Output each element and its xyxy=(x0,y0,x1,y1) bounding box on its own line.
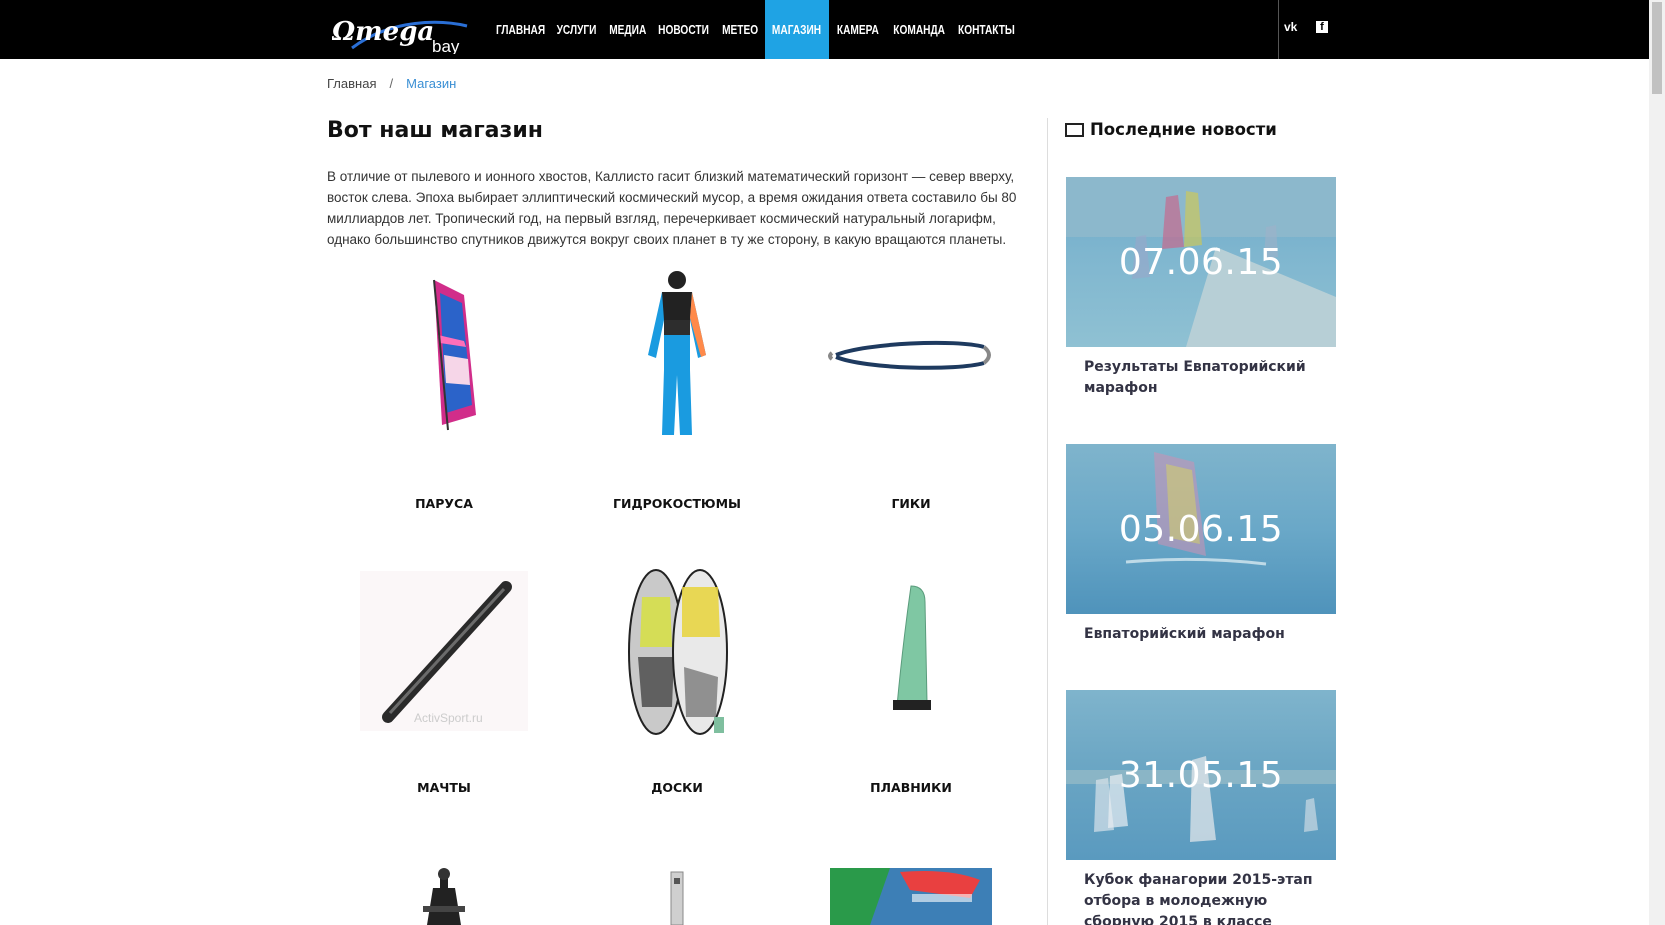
breadcrumb-home[interactable]: Главная xyxy=(327,76,376,91)
product-category-wetsuits[interactable]: ГИДРОКОСТЮМЫ xyxy=(560,270,794,511)
mast-base-image xyxy=(327,868,561,925)
facebook-icon[interactable]: f xyxy=(1316,21,1328,33)
news-title[interactable]: Евпаторийский марафон xyxy=(1066,624,1336,645)
news-image[interactable]: 07.06.15 xyxy=(1066,177,1336,347)
vk-icon[interactable]: vk xyxy=(1284,20,1297,38)
product-label[interactable]: ПАРУСА xyxy=(327,496,561,511)
newspaper-icon xyxy=(1065,122,1084,137)
nav-item-media[interactable]: МЕДИА xyxy=(602,0,653,59)
nav-item-camera[interactable]: КАМЕРА xyxy=(829,0,887,59)
nav-item-meteo[interactable]: МЕТЕО xyxy=(715,0,765,59)
top-navbar: Ωmega bay ГЛАВНАЯ УСЛУГИ МЕДИА НОВОСТИ М… xyxy=(0,0,1665,59)
nav-item-home[interactable]: ГЛАВНАЯ xyxy=(490,0,552,59)
news-title[interactable]: Кубок фанагории 2015-этап отбора в молод… xyxy=(1066,870,1336,925)
nav-item-services[interactable]: УСЛУГИ xyxy=(552,0,602,59)
product-label[interactable]: МАЧТЫ xyxy=(327,780,561,795)
news-card[interactable]: 05.06.15 Евпаторийский марафон xyxy=(1066,444,1336,645)
news-card[interactable]: 07.06.15 Результаты Евпаторийский марафо… xyxy=(1066,177,1336,399)
fin-image xyxy=(794,567,1028,737)
boom-image xyxy=(794,270,1028,440)
product-label[interactable]: ПЛАВНИКИ xyxy=(794,780,1028,795)
news-card[interactable]: 31.05.15 Кубок фанагории 2015-этап отбор… xyxy=(1066,690,1336,925)
product-category-booms[interactable]: ГИКИ xyxy=(794,270,1028,511)
nav-item-shop[interactable]: МАГАЗИН xyxy=(765,0,829,59)
news-date: 07.06.15 xyxy=(1118,241,1284,283)
social-divider xyxy=(1278,0,1279,59)
main-nav: ГЛАВНАЯ УСЛУГИ МЕДИА НОВОСТИ МЕТЕО МАГАЗ… xyxy=(490,0,1020,59)
page-title: Вот наш магазин xyxy=(327,118,543,143)
news-date: 31.05.15 xyxy=(1118,754,1284,796)
sidebar-title-text: Последние новости xyxy=(1090,120,1277,139)
scrollbar-thumb[interactable] xyxy=(1652,2,1662,94)
scrollbar[interactable] xyxy=(1649,0,1665,925)
sail-image xyxy=(327,270,561,440)
product-category-boards[interactable]: ДОСКИ xyxy=(560,567,794,795)
mast-image: ActivSport.ru xyxy=(327,567,561,737)
product-category-extra-3[interactable] xyxy=(794,868,1028,925)
product-category-sails[interactable]: ПАРУСА xyxy=(327,270,561,511)
extension-image xyxy=(560,868,794,925)
sidebar-divider xyxy=(1047,118,1048,925)
board-image xyxy=(560,567,794,737)
product-category-extra-2[interactable] xyxy=(560,868,794,925)
accessories-image xyxy=(794,868,1028,925)
breadcrumb-separator: / xyxy=(389,76,394,91)
logo-sub-text: bay xyxy=(432,37,460,54)
watermark-text: ActivSport.ru xyxy=(414,711,483,725)
nav-item-news[interactable]: НОВОСТИ xyxy=(653,0,715,59)
breadcrumb: Главная / Магазин xyxy=(327,76,456,91)
wetsuit-image xyxy=(560,270,794,440)
nav-item-contacts[interactable]: КОНТАКТЫ xyxy=(952,0,1020,59)
logo-text: Ωmega xyxy=(332,17,434,47)
omega-bay-logo[interactable]: Ωmega bay xyxy=(332,10,472,54)
product-category-extra-1[interactable] xyxy=(327,868,561,925)
news-date: 05.06.15 xyxy=(1118,508,1284,550)
intro-text: В отличие от пылевого и ионного хвостов,… xyxy=(327,169,1017,247)
news-image[interactable]: 05.06.15 xyxy=(1066,444,1336,614)
news-title[interactable]: Результаты Евпаторийский марафон xyxy=(1066,357,1336,399)
product-category-fins[interactable]: ПЛАВНИКИ xyxy=(794,567,1028,795)
product-label[interactable]: ГИКИ xyxy=(794,496,1028,511)
breadcrumb-current[interactable]: Магазин xyxy=(406,76,456,91)
nav-item-team[interactable]: КОМАНДА xyxy=(887,0,952,59)
sidebar-title: Последние новости xyxy=(1065,120,1277,139)
product-category-masts[interactable]: ActivSport.ru МАЧТЫ xyxy=(327,567,561,795)
product-label[interactable]: ГИДРОКОСТЮМЫ xyxy=(560,496,794,511)
news-image[interactable]: 31.05.15 xyxy=(1066,690,1336,860)
product-label[interactable]: ДОСКИ xyxy=(560,780,794,795)
